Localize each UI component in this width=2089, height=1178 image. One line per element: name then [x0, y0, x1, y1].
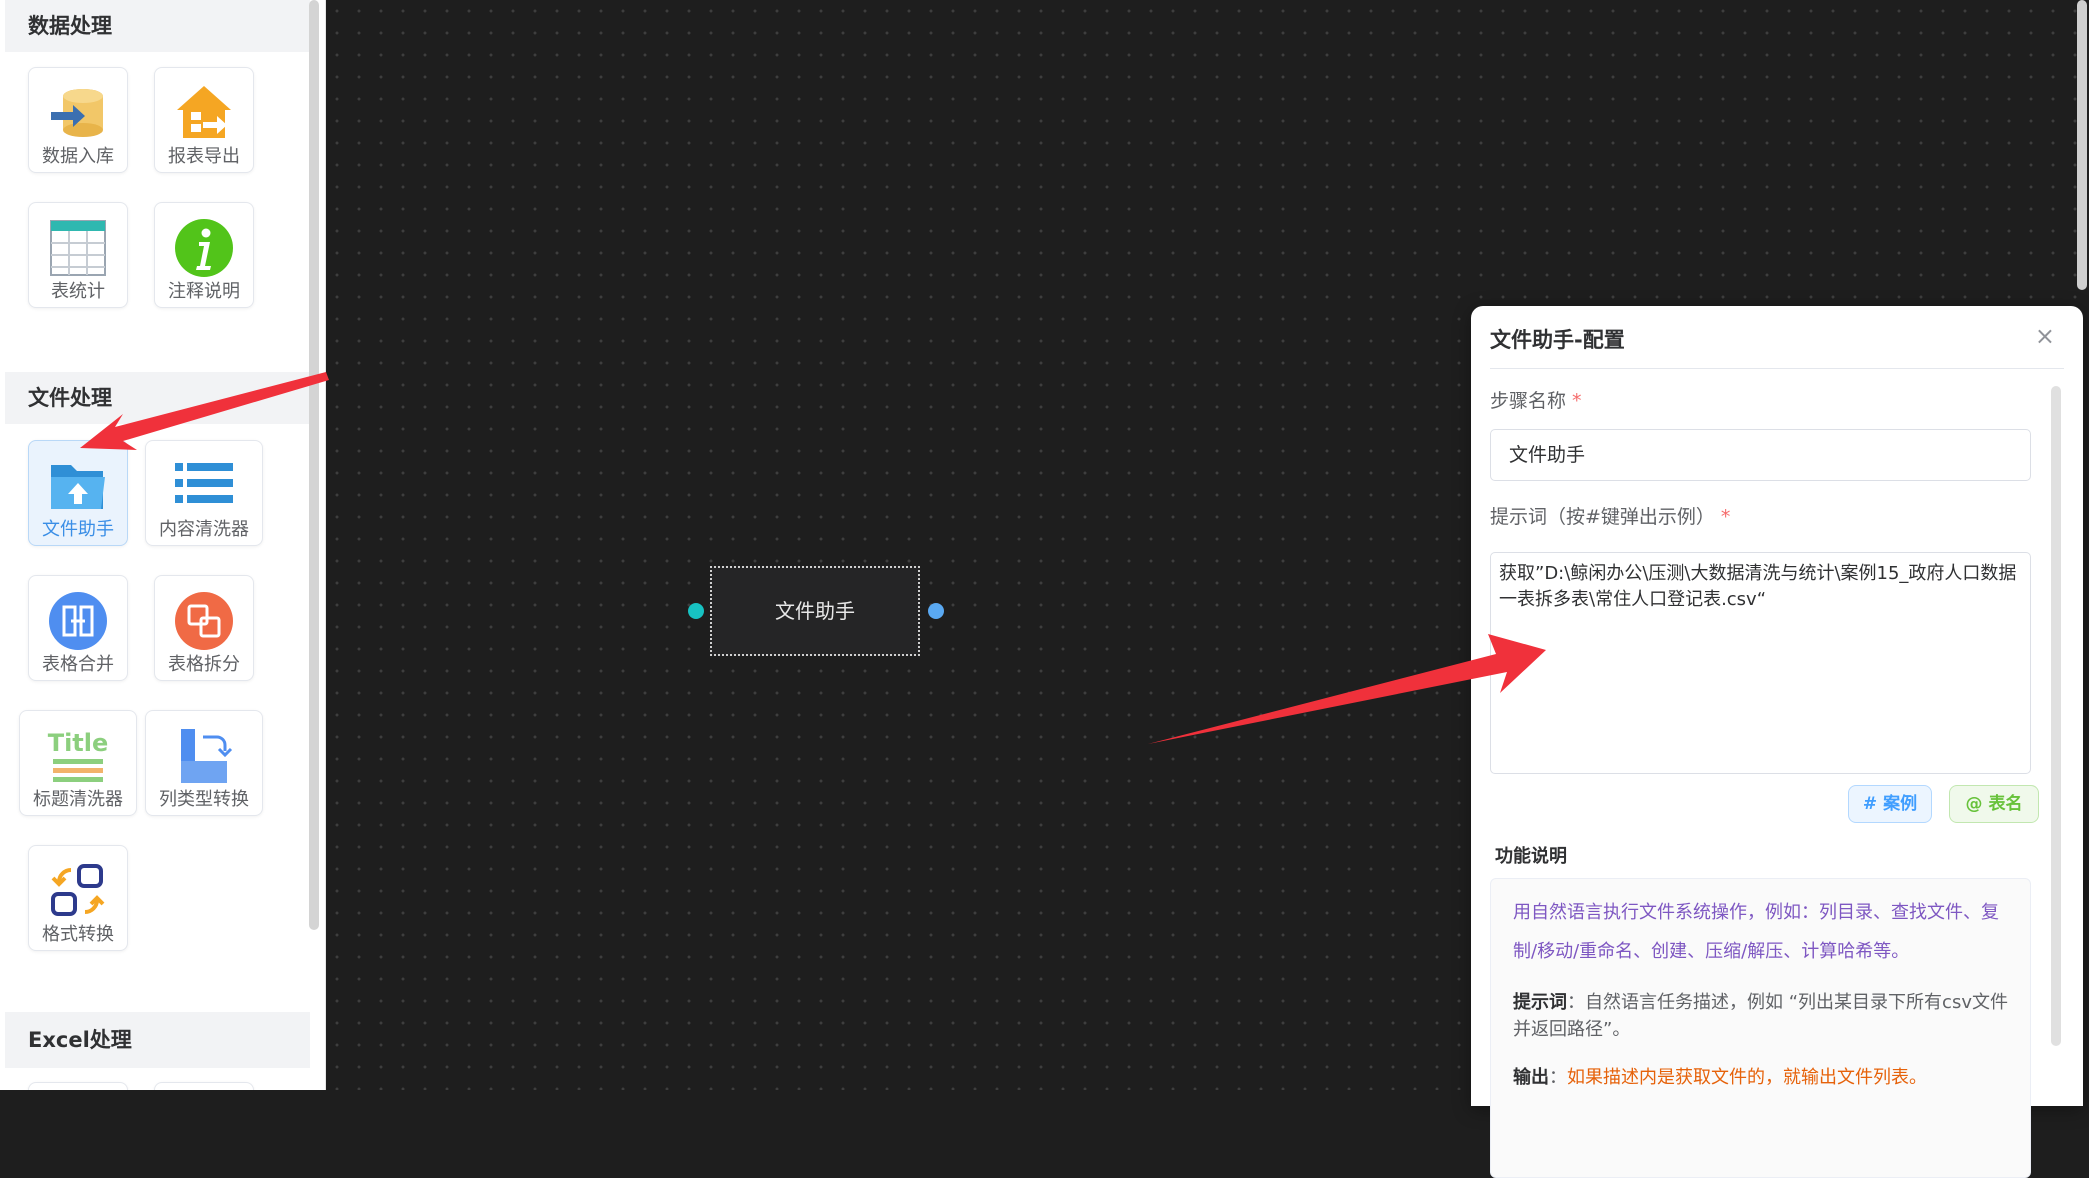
insert-table-name-button[interactable]: @ 表名 — [1949, 785, 2039, 823]
tool-table-merge[interactable]: 表格合并 — [28, 575, 128, 681]
required-mark: * — [1572, 390, 1582, 412]
tool-label: 数据入库 — [42, 146, 114, 167]
database-import-icon — [51, 89, 103, 137]
title-text-icon: Title — [48, 729, 109, 782]
tool-content-cleaner[interactable]: 内容清洗器 — [145, 440, 263, 546]
split-icon — [175, 592, 233, 650]
tool-label: 注释说明 — [168, 281, 240, 302]
merge-icon — [49, 592, 107, 650]
tool-file-helper[interactable]: 文件助手 — [28, 440, 128, 546]
list-icon — [175, 463, 233, 503]
tool-label: 表统计 — [51, 281, 105, 302]
tool-report-export[interactable]: 报表导出 — [154, 67, 254, 173]
tool-title-cleaner[interactable]: Title 标题清洗器 — [19, 710, 137, 816]
tool-table-stats[interactable]: 表统计 — [28, 202, 128, 308]
tool-label: 文件助手 — [42, 519, 114, 540]
format-convert-icon — [51, 864, 105, 916]
tool-table-split[interactable]: 表格拆分 — [154, 575, 254, 681]
tool-label: 列类型转换 — [159, 789, 249, 810]
table-grid-icon — [50, 220, 106, 276]
step-name-label: 步骤名称 * — [1490, 390, 1582, 412]
info-icon — [175, 219, 233, 277]
close-icon[interactable]: × — [2035, 322, 2055, 350]
prompt-textarea[interactable]: 获取”D:\鲸闲办公\压测\大数据清洗与统计\案例15_政府人口数据一表拆多表\… — [1490, 552, 2031, 774]
workflow-node-file-helper[interactable]: 文件助手 — [710, 566, 920, 656]
tool-label: 报表导出 — [168, 146, 240, 167]
tool-comment-note[interactable]: 注释说明 — [154, 202, 254, 308]
tool-format-convert[interactable]: 格式转换 — [28, 845, 128, 951]
tool-excel-partial[interactable] — [28, 1082, 128, 1090]
tool-sidebar: 数据处理 数据入库 报表导出 表统计 注释说明 文件处理 文件助手 内容清洗器 … — [0, 0, 326, 1090]
function-description-text: 用自然语言执行文件系统操作，例如：列目录、查找文件、复制/移动/重命名、创建、压… — [1513, 902, 1999, 962]
tool-label: 格式转换 — [42, 924, 114, 945]
divider — [1490, 368, 2064, 369]
tool-excel-partial[interactable] — [154, 1082, 254, 1090]
tool-label: 内容清洗器 — [159, 519, 249, 540]
function-prompt-info: 提示词：自然语言任务描述，例如 “列出某目录下所有csv文件并返回路径”。 — [1513, 992, 2008, 1040]
panel-scrollbar[interactable] — [2051, 386, 2061, 1046]
tool-label: 表格合并 — [42, 654, 114, 675]
category-header-file-processing[interactable]: 文件处理 — [5, 372, 310, 424]
category-header-data-processing[interactable]: 数据处理 — [5, 0, 310, 52]
tool-label: 表格拆分 — [168, 654, 240, 675]
resize-handle[interactable]: ⋮ — [319, 597, 335, 630]
insert-case-button[interactable]: # 案例 — [1848, 785, 1932, 823]
node-input-port[interactable] — [688, 603, 704, 619]
config-panel: 文件助手-配置 × 步骤名称 * 文件助手 提示词（按#键弹出示例） * 获取”D:… — [1471, 306, 2083, 1178]
prompt-label: 提示词（按#键弹出示例） * — [1490, 506, 1731, 528]
function-description-title: 功能说明 — [1495, 846, 1567, 867]
folder-upload-icon — [51, 465, 105, 509]
function-output-info: 输出：如果描述内是获取文件的，就输出文件列表。 — [1513, 1067, 1927, 1088]
node-output-port[interactable] — [928, 603, 944, 619]
required-mark: * — [1720, 506, 1731, 528]
function-description-box: 用自然语言执行文件系统操作，例如：列目录、查找文件、复制/移动/重命名、创建、压… — [1490, 878, 2031, 1178]
canvas-scrollbar[interactable] — [2077, 0, 2087, 290]
column-convert-icon — [181, 729, 233, 783]
house-export-icon — [177, 86, 231, 138]
tool-data-import[interactable]: 数据入库 — [28, 67, 128, 173]
panel-title: 文件助手-配置 — [1490, 328, 1625, 352]
tool-column-type-convert[interactable]: 列类型转换 — [145, 710, 263, 816]
svg-text:Title: Title — [48, 729, 109, 757]
category-header-excel-processing[interactable]: Excel处理 — [5, 1012, 310, 1068]
sidebar-scrollbar[interactable] — [309, 0, 319, 930]
tool-label: 标题清洗器 — [33, 789, 123, 810]
step-name-input[interactable]: 文件助手 — [1490, 429, 2031, 481]
